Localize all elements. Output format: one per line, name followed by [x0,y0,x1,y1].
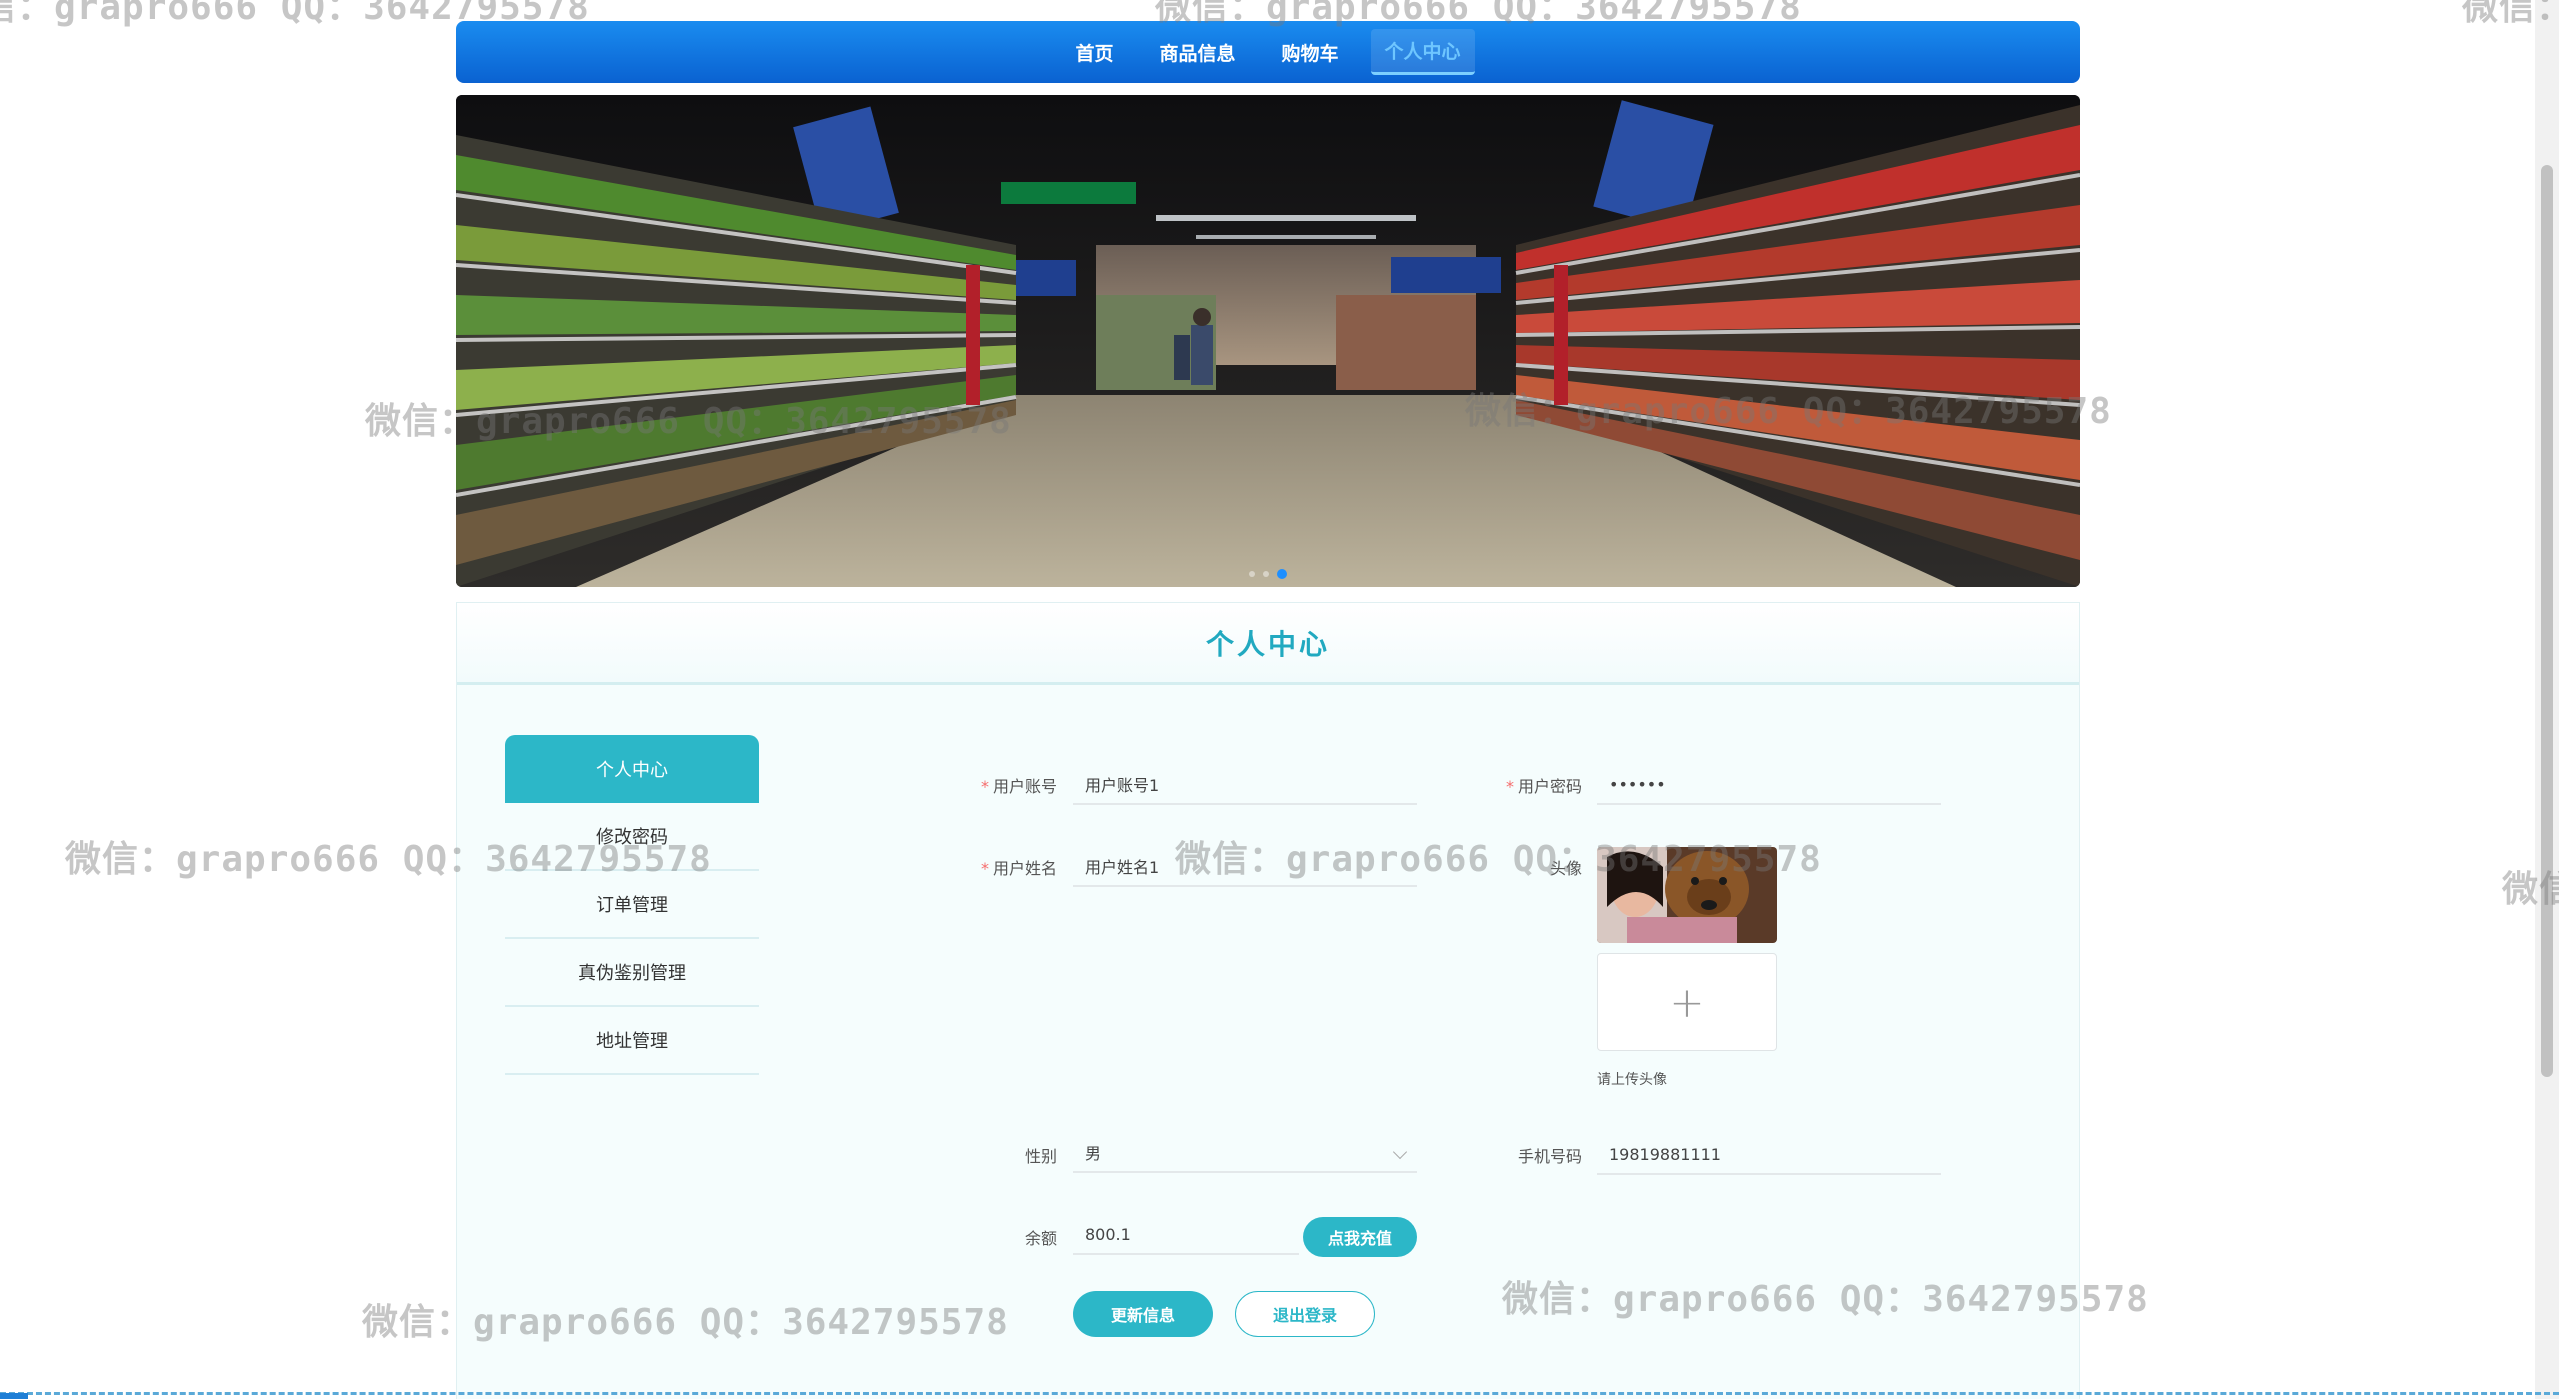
avatar-label: 头像 [1549,859,1582,878]
nav-personal-center[interactable]: 个人中心 [1370,29,1475,75]
upload-tip: 请上传头像 [1597,1072,1667,1088]
logout-button[interactable]: 退出登录 [1235,1291,1375,1337]
bottom-marker [0,1393,28,1399]
nav-home[interactable]: 首页 [1061,31,1127,74]
phone-label: 手机号码 [1517,1147,1582,1166]
carousel-dot[interactable] [1249,571,1255,577]
page-scrollbar[interactable] [2535,0,2559,1399]
gender-label: 性别 [1024,1147,1057,1166]
nav-cart[interactable]: 购物车 [1268,31,1353,74]
bottom-divider [0,1392,2559,1395]
banner-carousel[interactable] [456,95,2080,587]
top-navbar: 首页 商品信息 购物车 个人中心 [456,21,2080,83]
phone-input[interactable] [1597,1135,1941,1175]
gender-value: 男 [1085,1144,1102,1163]
balance-label: 余额 [1024,1229,1057,1248]
balance-input[interactable] [1073,1215,1299,1255]
account-input[interactable] [1073,765,1417,805]
password-label: * 用户密码 [1505,777,1582,796]
panel-header: 个人中心 [457,603,2079,685]
carousel-dots [1249,569,1287,579]
gender-select[interactable]: 男 [1073,1133,1417,1173]
scrollbar-thumb[interactable] [2541,165,2553,1077]
account-label: * 用户账号 [980,777,1057,796]
page-title: 个人中心 [1205,627,1330,661]
plus-icon: + [1669,977,1705,1027]
menu-item-authenticity-management[interactable]: 真伪鉴别管理 [505,939,759,1007]
carousel-dot[interactable] [1263,571,1269,577]
avatar[interactable] [1597,847,1777,943]
nav-products[interactable]: 商品信息 [1145,31,1249,74]
name-label: * 用户姓名 [980,859,1057,878]
chevron-down-icon [1392,1144,1408,1160]
name-input[interactable] [1073,847,1417,887]
personal-center-panel: 个人中心 个人中心 修改密码 订单管理 真伪鉴别管理 地址管理 *用户账号 *用… [456,602,2080,1399]
side-menu: 个人中心 修改密码 订单管理 真伪鉴别管理 地址管理 [505,735,759,1075]
recharge-button[interactable]: 点我充值 [1303,1217,1417,1257]
avatar-upload-button[interactable]: + [1597,953,1777,1051]
supermarket-aisle-image [456,95,2080,587]
menu-item-change-password[interactable]: 修改密码 [505,803,759,871]
update-info-button[interactable]: 更新信息 [1073,1291,1213,1337]
password-input[interactable] [1597,765,1941,805]
menu-item-personal-center[interactable]: 个人中心 [505,735,759,803]
carousel-dot-active[interactable] [1277,569,1287,579]
avatar-image [1597,847,1777,943]
menu-item-address-management[interactable]: 地址管理 [505,1007,759,1075]
menu-item-order-management[interactable]: 订单管理 [505,871,759,939]
